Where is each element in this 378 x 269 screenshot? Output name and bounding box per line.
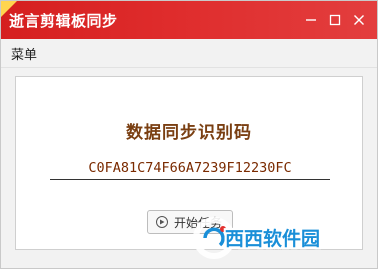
- close-icon: [354, 15, 364, 25]
- close-button[interactable]: [347, 8, 371, 32]
- menu-bar: 菜单: [1, 39, 377, 68]
- panel-heading: 数据同步识别码: [126, 123, 252, 143]
- site-watermark: 西西软件园: [187, 210, 377, 268]
- minimize-icon: [306, 19, 316, 21]
- maximize-icon: [329, 14, 341, 26]
- watermark-text: 西西软件园: [225, 228, 321, 250]
- play-icon: [156, 216, 168, 228]
- window-title: 逝言剪辑板同步: [9, 12, 118, 30]
- menu-item-main[interactable]: 菜单: [11, 44, 37, 63]
- maximize-button[interactable]: [323, 8, 347, 32]
- app-window: 逝言剪辑板同步 菜单 数据同步识别码 C0FA81C74F66A7239F122…: [0, 0, 378, 269]
- window-controls: [299, 8, 371, 32]
- minimize-button[interactable]: [299, 8, 323, 32]
- sync-code-input[interactable]: [50, 157, 330, 180]
- title-bar[interactable]: 逝言剪辑板同步: [1, 1, 377, 39]
